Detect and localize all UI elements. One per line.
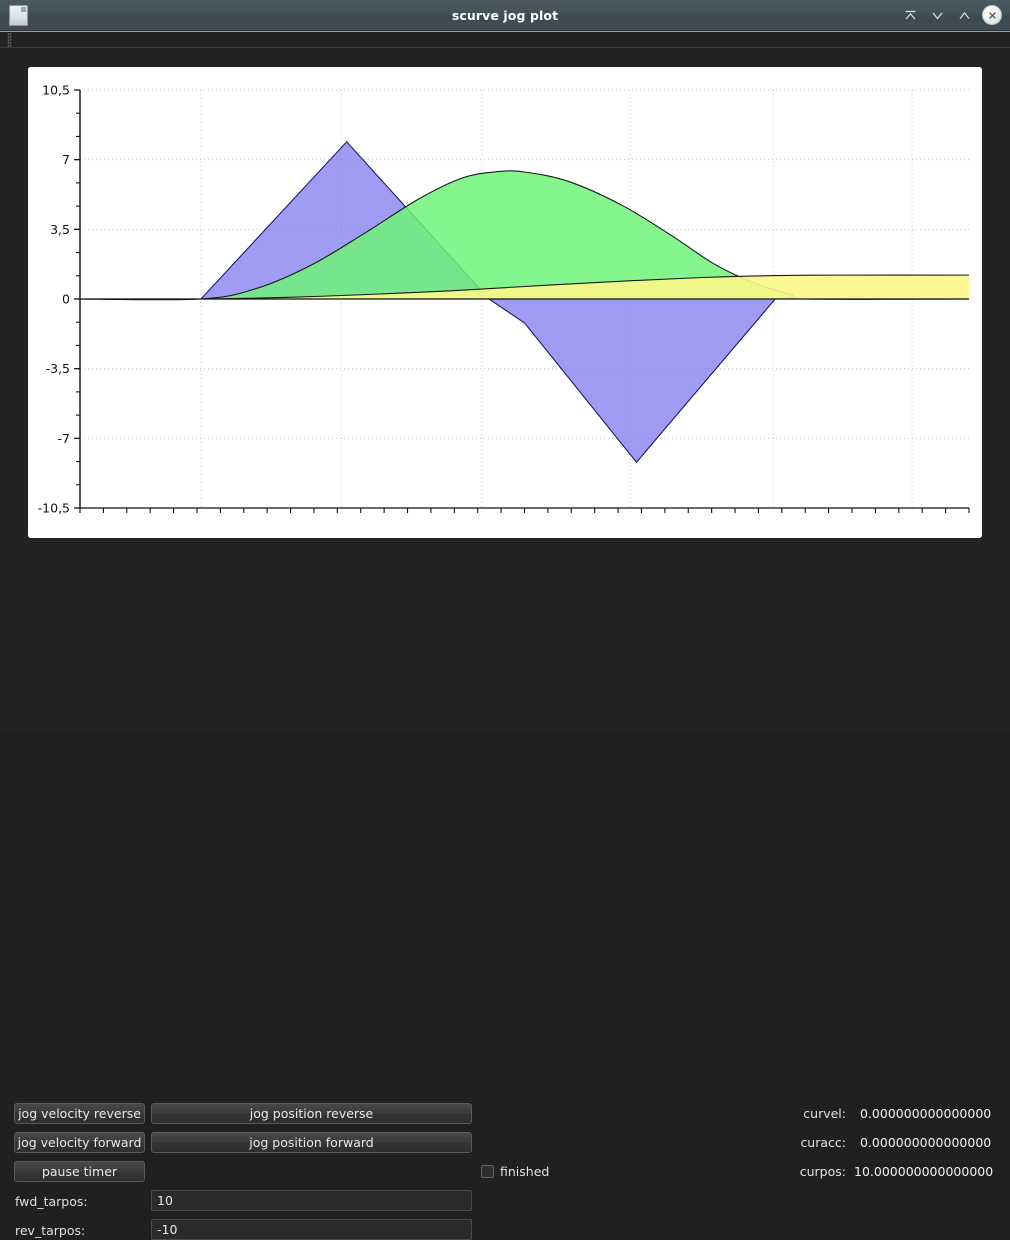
scurve-plot-panel: 10,5 7 3,5 0 -3,5 -7 -10,5 <box>28 67 982 538</box>
curvel-value: 0.000000000000000 <box>860 1106 992 1121</box>
svg-text:0: 0 <box>62 292 70 307</box>
drag-grip-handle-icon[interactable] <box>7 33 12 48</box>
pause-timer-button[interactable]: pause timer <box>14 1161 145 1182</box>
window-icon <box>9 4 28 26</box>
svg-text:-7: -7 <box>58 431 70 446</box>
shade-icon[interactable] <box>901 6 919 24</box>
close-icon[interactable] <box>982 5 1002 25</box>
controls-panel: jog velocity reverse jog velocity forwar… <box>0 545 1010 1240</box>
toolbar-strip <box>0 31 1010 48</box>
fwd-tarpos-input[interactable] <box>151 1190 472 1211</box>
svg-text:-3,5: -3,5 <box>46 361 70 376</box>
svg-text:-10,5: -10,5 <box>38 501 70 516</box>
title-bar[interactable]: scurve jog plot <box>0 0 1010 31</box>
application-window: scurve jog plot 10,5 7 3,5 0 -3,5 -7 -10… <box>0 0 1010 1240</box>
finished-checkbox-label: finished <box>500 1164 550 1179</box>
chevron-up-icon[interactable] <box>955 6 973 24</box>
scurve-plot-chart: 10,5 7 3,5 0 -3,5 -7 -10,5 <box>28 67 982 538</box>
curacc-label: curacc: <box>800 1135 846 1150</box>
jog-position-forward-button[interactable]: jog position forward <box>151 1132 472 1153</box>
window-title: scurve jog plot <box>451 7 559 23</box>
rev-tarpos-label: rev_tarpos: <box>15 1223 86 1238</box>
curacc-value: 0.000000000000000 <box>860 1135 992 1150</box>
svg-text:10,5: 10,5 <box>42 83 70 98</box>
jog-position-reverse-button[interactable]: jog position reverse <box>151 1103 472 1124</box>
svg-text:7: 7 <box>62 152 70 167</box>
jog-velocity-reverse-button[interactable]: jog velocity reverse <box>14 1103 145 1124</box>
rev-tarpos-input[interactable] <box>151 1219 472 1240</box>
svg-text:3,5: 3,5 <box>50 222 70 237</box>
fwd-tarpos-label: fwd_tarpos: <box>15 1194 88 1209</box>
curvel-label: curvel: <box>803 1106 846 1121</box>
curpos-label: curpos: <box>799 1164 846 1179</box>
curpos-value: 10.000000000000000 <box>854 1164 994 1179</box>
finished-checkbox[interactable] <box>481 1165 494 1178</box>
chevron-down-icon[interactable] <box>928 6 946 24</box>
window-controls <box>901 0 1002 30</box>
jog-velocity-forward-button[interactable]: jog velocity forward <box>14 1132 145 1153</box>
